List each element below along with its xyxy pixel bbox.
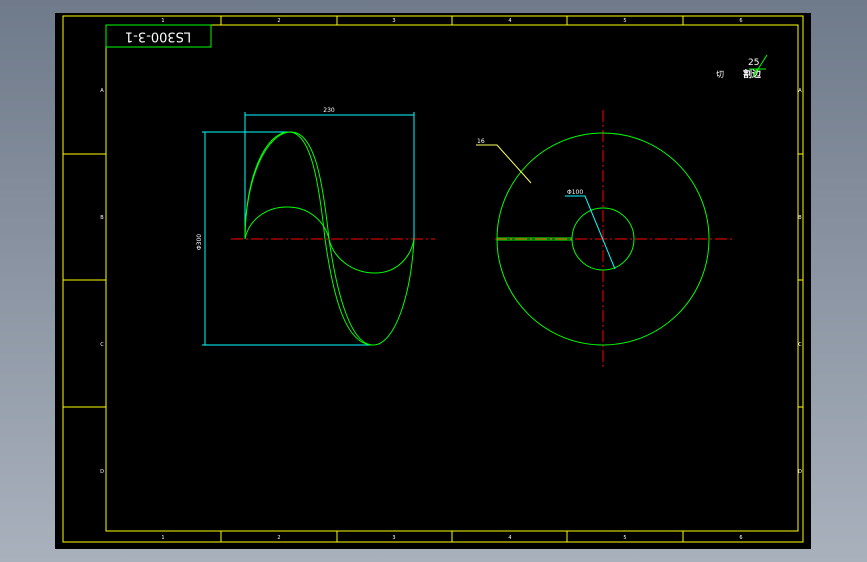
row-marker-right-d: D (798, 469, 802, 475)
row-marker-right-c: C (798, 342, 802, 348)
helix-flight (244, 131, 415, 346)
surface-note: 切 割边 25 (716, 54, 768, 80)
col-marker-top-5: 5 (623, 18, 626, 24)
cad-viewport[interactable]: 1 2 3 4 5 6 1 2 3 4 5 6 A B C D A B C D … (55, 13, 811, 549)
row-marker-right-a: A (798, 88, 802, 94)
row-dividers (63, 153, 803, 408)
inner-frame (105, 24, 799, 532)
column-dividers (220, 16, 684, 542)
drawing-code: LS300-3-1 (125, 29, 191, 44)
thickness-leader (476, 144, 532, 184)
col-marker-bottom-2: 2 (277, 535, 280, 541)
col-marker-top-2: 2 (277, 18, 280, 24)
drawing-canvas: 1 2 3 4 5 6 1 2 3 4 5 6 A B C D A B C D … (62, 15, 804, 543)
row-marker-left-c: C (100, 342, 104, 348)
row-marker-left-d: D (100, 469, 104, 475)
col-marker-bottom-6: 6 (739, 535, 742, 541)
column-markers: 1 2 3 4 5 6 1 2 3 4 5 6 (161, 18, 742, 541)
roughness-value: 25 (748, 58, 759, 68)
col-marker-top-3: 3 (392, 18, 395, 24)
diameter-dimension-text: Φ300 (196, 234, 203, 250)
row-marker-right-b: B (798, 215, 802, 221)
row-marker-left-a: A (100, 88, 104, 94)
note-cut-label: 切 (716, 70, 724, 79)
thickness-text: 16 (477, 138, 485, 145)
col-marker-bottom-3: 3 (392, 535, 395, 541)
title-block: LS300-3-1 (105, 24, 212, 48)
col-marker-top-1: 1 (161, 18, 164, 24)
col-marker-top-4: 4 (508, 18, 511, 24)
col-marker-bottom-1: 1 (161, 535, 164, 541)
pitch-dimension (244, 112, 415, 239)
side-view: 230 Φ300 (196, 107, 435, 346)
col-marker-bottom-5: 5 (623, 535, 626, 541)
col-marker-bottom-4: 4 (508, 535, 511, 541)
col-marker-top-6: 6 (739, 18, 742, 24)
row-marker-left-b: B (100, 215, 104, 221)
note-weld-label: 割边 (743, 68, 762, 80)
pitch-dimension-text: 230 (323, 107, 335, 114)
inner-diameter-text: Φ100 (567, 189, 583, 196)
outer-frame (62, 15, 804, 543)
end-view: Φ100 16 (476, 110, 735, 368)
